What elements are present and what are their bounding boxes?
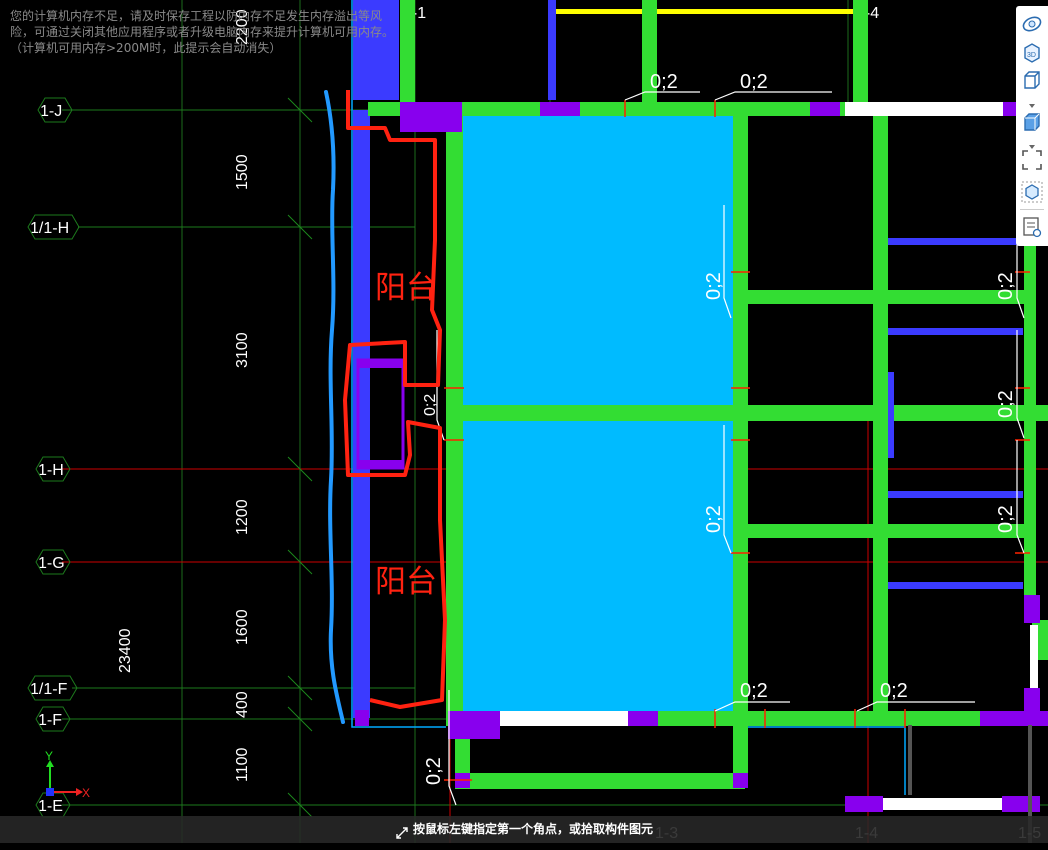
beam-label: 0;2 bbox=[740, 71, 768, 93]
svg-text:3D: 3D bbox=[1027, 52, 1036, 59]
view-dropdown-arrow-icon[interactable] bbox=[1027, 97, 1037, 108]
axis-label-1-e: 1-E bbox=[38, 798, 63, 815]
layer-box-icon[interactable] bbox=[1020, 180, 1044, 204]
cube-view-icon[interactable] bbox=[1020, 68, 1044, 92]
properties-icon[interactable] bbox=[1020, 215, 1044, 239]
balcony-label-upper: 阳台 bbox=[375, 270, 437, 306]
beam-label: 0;2 bbox=[995, 390, 1017, 418]
beam-label: 0;2 bbox=[650, 71, 678, 93]
axis-label-1-1-f: 1/1-F bbox=[30, 681, 68, 698]
dim-1100: 1100 bbox=[234, 747, 251, 782]
boundary-markup-blue bbox=[324, 90, 345, 724]
command-status-bar: 按鼠标左键指定第一个角点，或拾取构件图元 bbox=[0, 816, 1048, 843]
display-dropdown-arrow-icon[interactable] bbox=[1027, 138, 1037, 149]
axis-label-1-1-h: 1/1-H bbox=[30, 220, 69, 237]
orbit-icon[interactable] bbox=[1020, 12, 1044, 36]
blue-wall-strip bbox=[353, 110, 370, 718]
beam-label: 0;2 bbox=[423, 757, 445, 785]
beam-label: 0;2 bbox=[880, 680, 908, 702]
coordinate-axes-indicator: Y X bbox=[45, 749, 90, 800]
dim-total-23400: 23400 bbox=[117, 628, 134, 673]
dim-1500: 1500 bbox=[234, 154, 251, 190]
blue-top-left-column bbox=[548, 0, 556, 100]
status-prompt-text: 按鼠标左键指定第一个角点，或拾取构件图元 bbox=[412, 822, 653, 836]
dimension-texts: 2200 1500 3100 1200 1600 400 1100 23400 bbox=[117, 9, 251, 782]
low-memory-warning: 您的计算机内存不足，请及时保存工程以防内存不足发生内存溢出等风险，可通过关闭其他… bbox=[10, 9, 395, 55]
beam-label: 0;2 bbox=[995, 272, 1017, 300]
top-yellow-beam bbox=[556, 9, 856, 14]
axis-label-1-f: 1-F bbox=[38, 712, 62, 729]
dim-400: 400 bbox=[234, 691, 251, 718]
dim-1600: 1600 bbox=[234, 609, 251, 645]
beam-label: 0;2 bbox=[740, 680, 768, 702]
dim-3100: 3100 bbox=[234, 332, 251, 368]
dim-1200: 1200 bbox=[234, 499, 251, 535]
balcony-labels: 阳台 阳台 bbox=[375, 270, 437, 600]
y-axis-label: Y bbox=[45, 749, 53, 763]
cube-solid-icon[interactable] bbox=[1020, 110, 1044, 134]
cad-drawing-canvas[interactable]: 1-J 1/1-H 1-H 1-G 1/1-F 1-F 1-E 2200 150… bbox=[0, 0, 1048, 843]
beam-label: 0;2 bbox=[995, 505, 1017, 533]
balcony-label-lower: 阳台 bbox=[375, 564, 437, 600]
view-3d-icon[interactable]: 3D bbox=[1020, 40, 1044, 64]
beam-label: 0;2 bbox=[703, 272, 725, 300]
beam-label: 0;2 bbox=[703, 505, 725, 533]
x-axis-label: X bbox=[82, 786, 90, 800]
axis-label-1-h: 1-H bbox=[38, 462, 64, 479]
axis-bubbles-left bbox=[27, 97, 80, 818]
status-prompt-row: 按鼠标左键指定第一个角点，或拾取构件图元 bbox=[0, 816, 1048, 843]
cursor-pick-icon bbox=[395, 823, 409, 839]
view-toolbar: 3D bbox=[1016, 6, 1048, 246]
axis-label-1-j: 1-J bbox=[40, 103, 62, 120]
axis-label-1-g: 1-G bbox=[38, 555, 65, 572]
toolbar-separator bbox=[1020, 209, 1044, 210]
fit-view-icon[interactable] bbox=[1020, 148, 1044, 172]
